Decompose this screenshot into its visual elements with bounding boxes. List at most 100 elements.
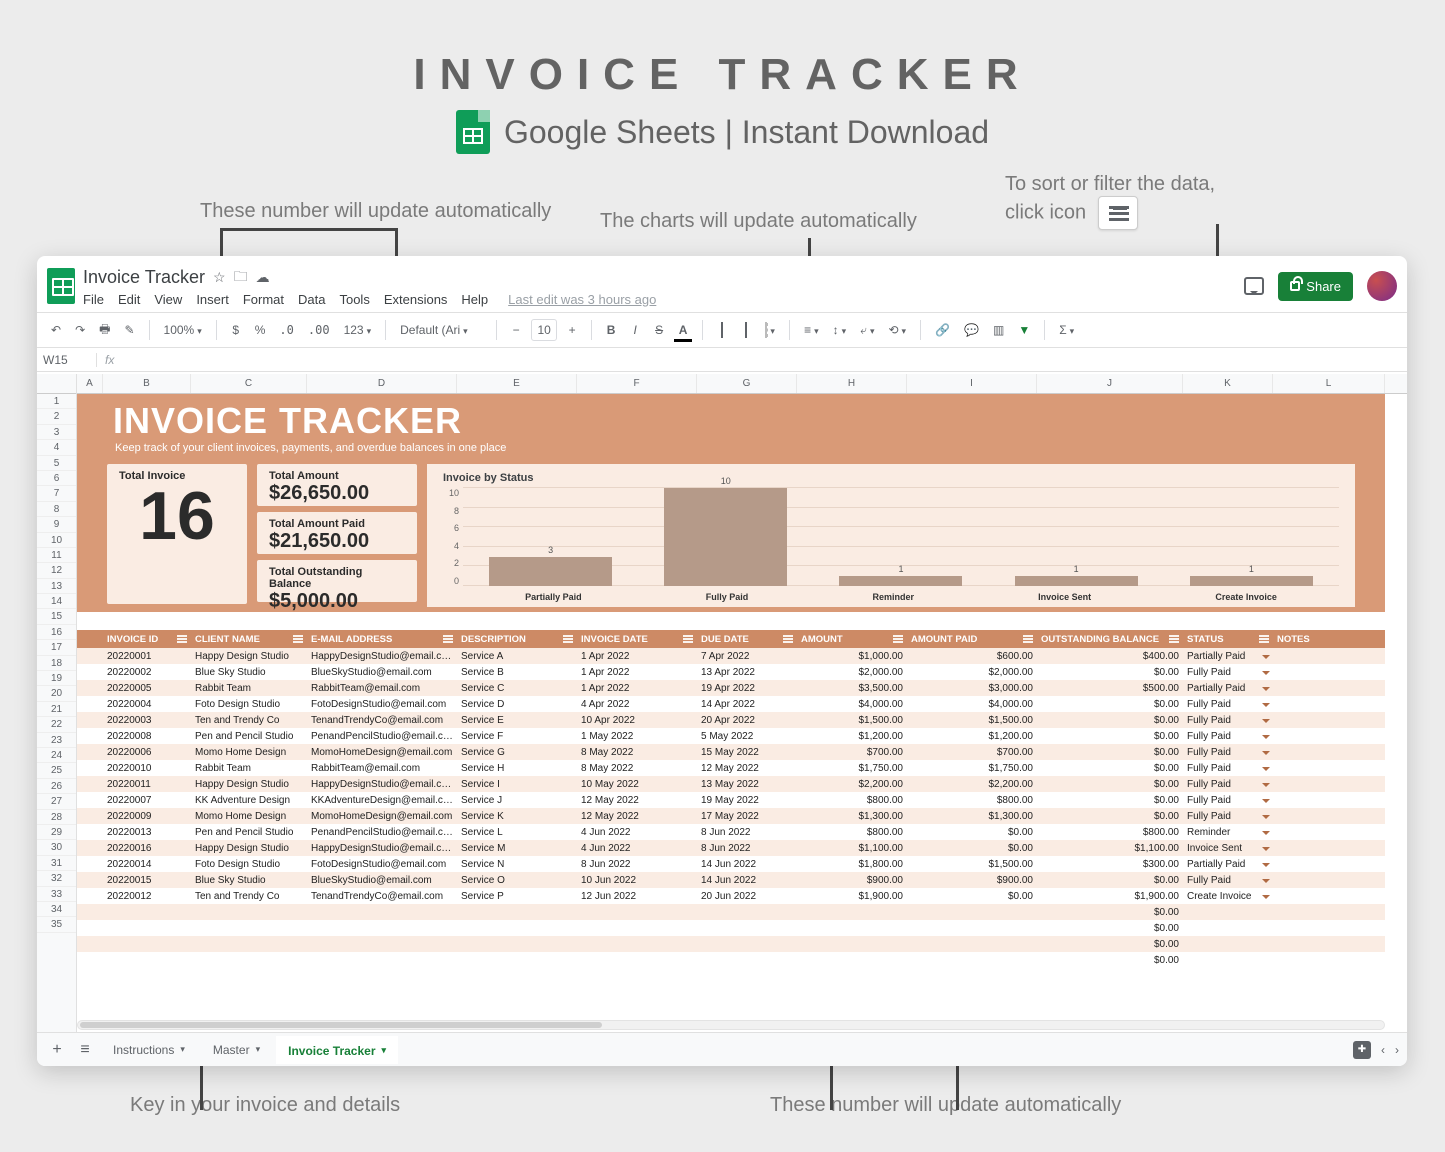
table-row[interactable]: 20220015Blue Sky StudioBlueSkyStudio@ema… xyxy=(77,872,1385,888)
menu-insert[interactable]: Insert xyxy=(196,292,229,307)
font-size-input[interactable]: 10 xyxy=(531,319,557,341)
menu-view[interactable]: View xyxy=(154,292,182,307)
wrap-button[interactable]: ⤶ xyxy=(856,320,878,341)
last-edit-hint[interactable]: Last edit was 3 hours ago xyxy=(508,292,656,307)
chart-button[interactable]: ▥ xyxy=(989,320,1008,340)
dropdown-icon[interactable] xyxy=(1262,895,1270,902)
dropdown-icon[interactable] xyxy=(1262,735,1270,742)
status-cell[interactable]: Fully Paid xyxy=(1183,667,1273,678)
status-cell[interactable]: Fully Paid xyxy=(1183,715,1273,726)
filter-icon[interactable] xyxy=(177,634,187,644)
dropdown-icon[interactable] xyxy=(1262,703,1270,710)
paint-format-button[interactable]: ✎ xyxy=(120,320,138,340)
dropdown-icon[interactable] xyxy=(1262,847,1270,854)
font-select[interactable]: Default (Ari xyxy=(396,320,486,340)
strike-button[interactable]: S xyxy=(650,320,668,340)
menu-format[interactable]: Format xyxy=(243,292,284,307)
status-cell[interactable]: Partially Paid xyxy=(1183,651,1273,662)
tab-invoice-tracker[interactable]: Invoice Tracker▾ xyxy=(276,1036,398,1064)
dropdown-icon[interactable] xyxy=(1262,799,1270,806)
font-size-decrease[interactable]: − xyxy=(507,320,525,340)
print-button[interactable]: 🖶 xyxy=(95,317,114,344)
status-cell[interactable]: Partially Paid xyxy=(1183,683,1273,694)
table-row[interactable]: 20220011Happy Design StudioHappyDesignSt… xyxy=(77,776,1385,792)
table-row[interactable]: 20220004Foto Design StudioFotoDesignStud… xyxy=(77,696,1385,712)
rotate-button[interactable]: ⟲ xyxy=(884,320,910,340)
filter-button[interactable]: ▼ xyxy=(1014,320,1034,340)
table-row[interactable]: 20220016Happy Design StudioHappyDesignSt… xyxy=(77,840,1385,856)
dropdown-icon[interactable] xyxy=(1262,751,1270,758)
th-invoice-id[interactable]: INVOICE ID xyxy=(103,634,191,645)
table-row[interactable]: $0.00 xyxy=(77,920,1385,936)
status-cell[interactable]: Fully Paid xyxy=(1183,763,1273,774)
th-balance[interactable]: OUTSTANDING BALANCE xyxy=(1037,634,1183,645)
table-row[interactable]: 20220009Momo Home DesignMomoHomeDesign@e… xyxy=(77,808,1385,824)
v-align-button[interactable]: ↕ xyxy=(829,320,851,340)
status-cell[interactable]: Fully Paid xyxy=(1183,811,1273,822)
dropdown-icon[interactable] xyxy=(1262,815,1270,822)
status-cell[interactable]: Reminder xyxy=(1183,827,1273,838)
filter-icon[interactable] xyxy=(293,634,303,644)
status-cell[interactable]: Partially Paid xyxy=(1183,859,1273,870)
horizontal-scrollbar[interactable] xyxy=(77,1020,1385,1030)
increase-decimal-button[interactable]: .00 xyxy=(304,320,334,340)
text-color-button[interactable]: A xyxy=(674,320,692,340)
functions-button[interactable]: Σ xyxy=(1055,320,1078,340)
undo-button[interactable]: ↶ xyxy=(47,320,65,340)
status-cell[interactable]: Fully Paid xyxy=(1183,699,1273,710)
table-row[interactable]: 20220005Rabbit TeamRabbitTeam@email.comS… xyxy=(77,680,1385,696)
th-paid[interactable]: AMOUNT PAID xyxy=(907,634,1037,645)
th-amount[interactable]: AMOUNT xyxy=(797,634,907,645)
scroll-right-button[interactable]: › xyxy=(1395,1043,1399,1057)
account-avatar[interactable] xyxy=(1367,271,1397,301)
table-row[interactable]: 20220003Ten and Trendy CoTenandTrendyCo@… xyxy=(77,712,1385,728)
table-row[interactable]: 20220006Momo Home DesignMomoHomeDesign@e… xyxy=(77,744,1385,760)
bold-button[interactable]: B xyxy=(602,320,620,340)
status-cell[interactable]: Fully Paid xyxy=(1183,779,1273,790)
move-icon[interactable]: 🗀 xyxy=(234,266,248,290)
th-email[interactable]: E-MAIL ADDRESS xyxy=(307,634,457,645)
column-headers[interactable]: ABC DEF GHI JKL xyxy=(77,374,1407,394)
tab-instructions[interactable]: Instructions▾ xyxy=(101,1037,197,1063)
table-row[interactable]: 20220010Rabbit TeamRabbitTeam@email.comS… xyxy=(77,760,1385,776)
th-status[interactable]: STATUS xyxy=(1183,634,1273,645)
menu-file[interactable]: File xyxy=(83,292,104,307)
dropdown-icon[interactable] xyxy=(1262,671,1270,678)
menu-edit[interactable]: Edit xyxy=(118,292,140,307)
filter-icon[interactable] xyxy=(1169,634,1179,644)
all-sheets-button[interactable]: ≡ xyxy=(73,1041,97,1059)
font-size-increase[interactable]: + xyxy=(563,320,581,340)
decrease-decimal-button[interactable]: .0 xyxy=(275,320,297,340)
scroll-left-button[interactable]: ‹ xyxy=(1381,1043,1385,1057)
link-button[interactable]: 🔗 xyxy=(931,320,954,340)
filter-icon[interactable] xyxy=(893,634,903,644)
filter-icon[interactable] xyxy=(783,634,793,644)
redo-button[interactable]: ↷ xyxy=(71,320,89,340)
status-cell[interactable]: Fully Paid xyxy=(1183,875,1273,886)
format-percent-button[interactable]: % xyxy=(251,320,270,340)
table-row[interactable]: 20220002Blue Sky StudioBlueSkyStudio@ema… xyxy=(77,664,1385,680)
table-row[interactable]: 20220013Pen and Pencil StudioPenandPenci… xyxy=(77,824,1385,840)
comments-icon[interactable] xyxy=(1244,277,1264,295)
tab-master[interactable]: Master▾ xyxy=(201,1037,272,1063)
table-row[interactable]: 20220008Pen and Pencil StudioPenandPenci… xyxy=(77,728,1385,744)
table-row[interactable]: $0.00 xyxy=(77,904,1385,920)
table-row[interactable]: $0.00 xyxy=(77,936,1385,952)
table-row[interactable]: 20220012Ten and Trendy CoTenandTrendyCo@… xyxy=(77,888,1385,904)
merge-button[interactable] xyxy=(761,320,779,340)
zoom-select[interactable]: 100% xyxy=(160,320,206,340)
th-desc[interactable]: DESCRIPTION xyxy=(457,634,577,645)
filter-icon[interactable] xyxy=(683,634,693,644)
sheets-doc-icon[interactable] xyxy=(47,268,75,304)
dropdown-icon[interactable] xyxy=(1262,879,1270,886)
fill-color-button[interactable] xyxy=(713,320,731,340)
status-cell[interactable]: Invoice Sent xyxy=(1183,843,1273,854)
menu-extensions[interactable]: Extensions xyxy=(384,292,448,307)
table-row[interactable]: 20220007KK Adventure DesignKKAdventureDe… xyxy=(77,792,1385,808)
name-box[interactable]: W15 xyxy=(37,353,97,367)
comment-button[interactable]: 💬 xyxy=(960,320,983,340)
dropdown-icon[interactable] xyxy=(1262,831,1270,838)
table-row[interactable]: $0.00 xyxy=(77,952,1385,968)
th-client[interactable]: CLIENT NAME xyxy=(191,634,307,645)
th-due[interactable]: DUE DATE xyxy=(697,634,797,645)
